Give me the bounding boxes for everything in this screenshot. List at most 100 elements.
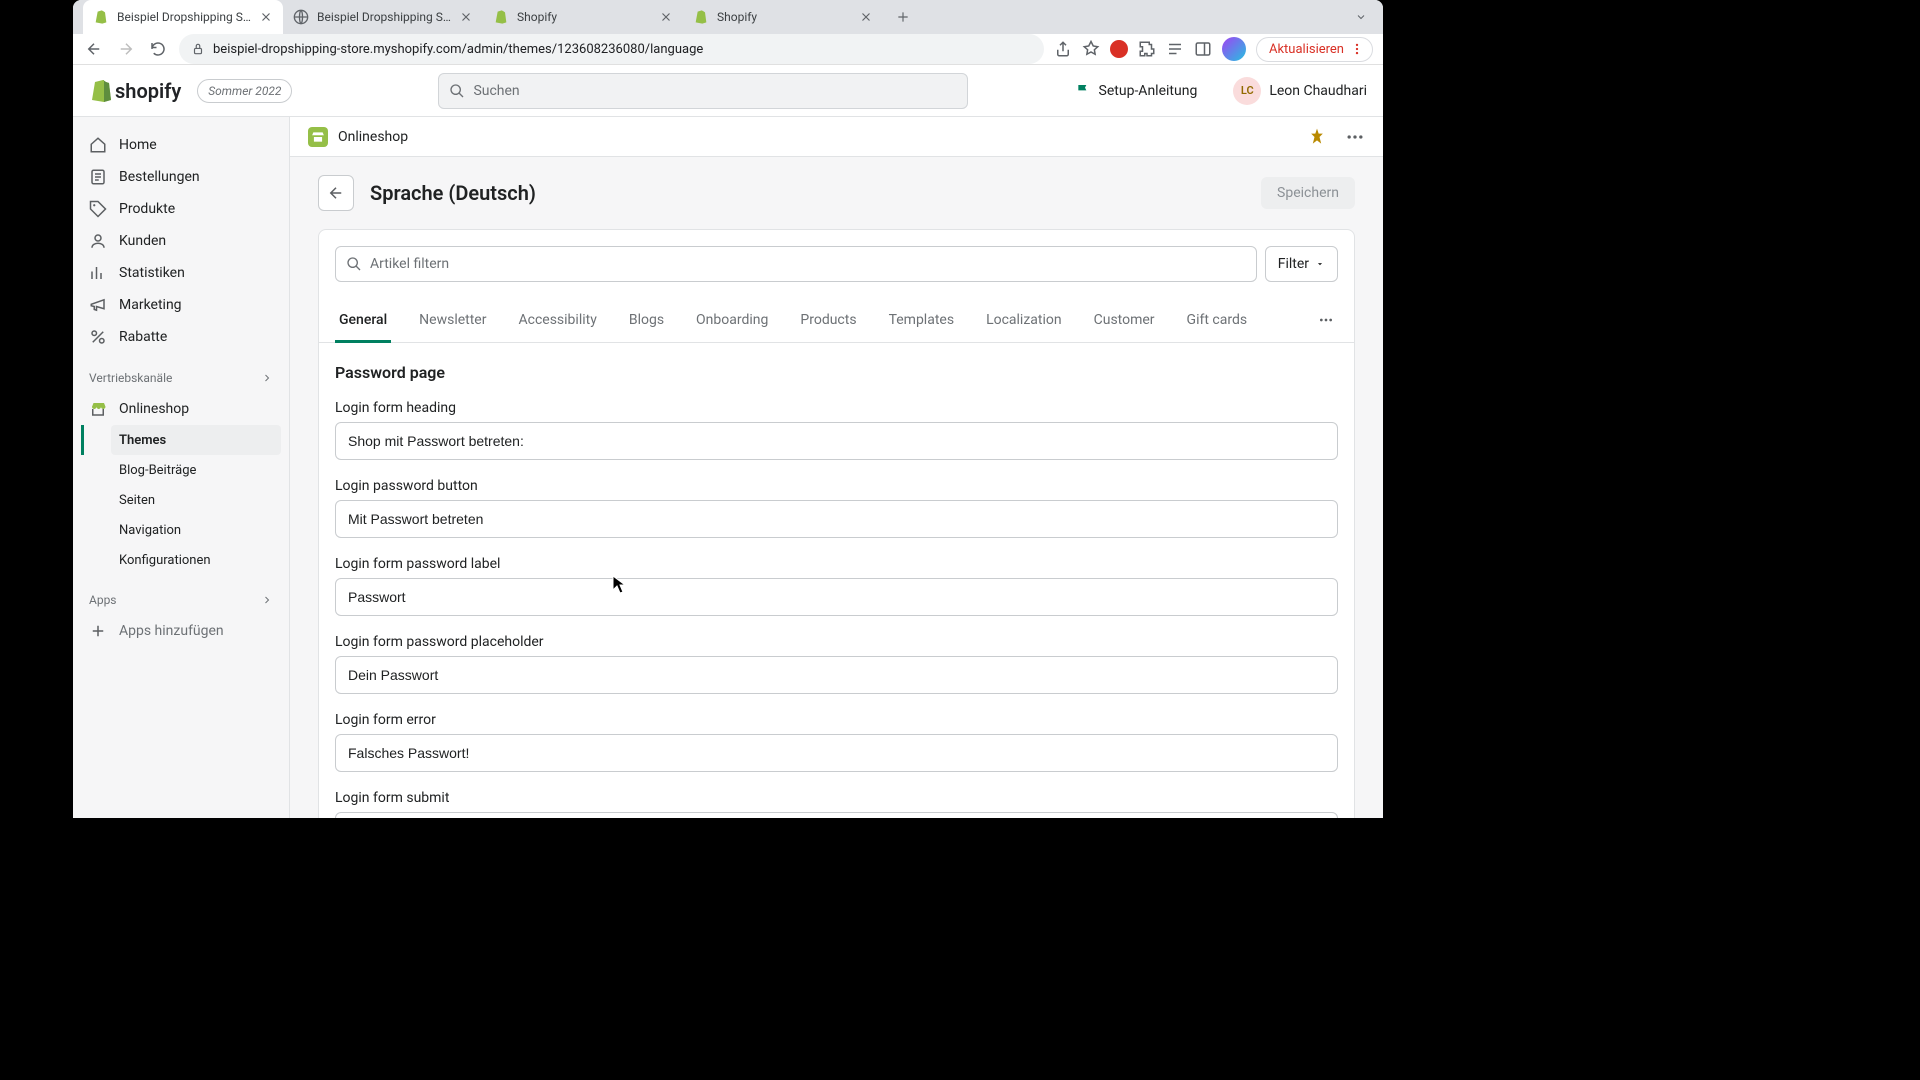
share-icon[interactable]: [1054, 40, 1072, 58]
login-form-submit-input[interactable]: [335, 812, 1338, 818]
bookmark-star-icon[interactable]: [1082, 40, 1100, 58]
close-icon[interactable]: [459, 10, 473, 24]
login-password-label-input[interactable]: [335, 578, 1338, 616]
field-label: Login form password label: [335, 556, 1338, 572]
nav-add-apps[interactable]: Apps hinzufügen: [81, 615, 281, 647]
close-icon[interactable]: [859, 10, 873, 24]
tab-onboarding[interactable]: Onboarding: [692, 298, 772, 342]
user-icon: [89, 232, 107, 250]
tab-title: Beispiel Dropshipping Store · S: [117, 10, 251, 24]
browser-reload-button[interactable]: [147, 38, 169, 60]
main-content: Onlineshop Sprache (Deutsch) Speichern: [289, 117, 1383, 818]
close-icon[interactable]: [259, 10, 273, 24]
plus-icon: [89, 622, 107, 640]
shopify-logo[interactable]: shopify: [89, 78, 181, 104]
browser-update-button[interactable]: Aktualisieren: [1256, 37, 1373, 62]
tab-accessibility[interactable]: Accessibility: [514, 298, 600, 342]
filter-input[interactable]: Artikel filtern: [335, 246, 1257, 282]
subnav-blog[interactable]: Blog-Beiträge: [111, 455, 281, 485]
tabs-more-button[interactable]: [1314, 308, 1338, 332]
filter-button[interactable]: Filter: [1265, 246, 1338, 282]
close-icon[interactable]: [659, 10, 673, 24]
tab-blogs[interactable]: Blogs: [625, 298, 668, 342]
global-search-input[interactable]: Suchen: [438, 73, 968, 109]
new-tab-button[interactable]: [889, 3, 917, 31]
tabs: General Newsletter Accessibility Blogs O…: [319, 298, 1354, 343]
browser-toolbar: beispiel-dropshipping-store.myshopify.co…: [73, 34, 1383, 65]
chevron-right-icon[interactable]: [261, 372, 273, 384]
subnav-themes[interactable]: Themes: [111, 425, 281, 455]
chevron-down-icon: [1355, 11, 1367, 23]
nav-customers[interactable]: Kunden: [81, 225, 281, 257]
more-vertical-icon: [1350, 42, 1364, 56]
app-header: shopify Sommer 2022 Suchen Setup-Anleitu…: [73, 65, 1383, 117]
browser-tab[interactable]: Beispiel Dropshipping Store · S: [83, 0, 283, 34]
chevron-right-icon[interactable]: [261, 594, 273, 606]
profile-avatar[interactable]: [1222, 37, 1246, 61]
browser-tab[interactable]: Beispiel Dropshipping Store: [283, 0, 483, 34]
tab-title: Shopify: [717, 10, 851, 24]
nav-home[interactable]: Home: [81, 129, 281, 161]
browser-tab[interactable]: Shopify: [683, 0, 883, 34]
setup-guide-link[interactable]: Setup-Anleitung: [1075, 83, 1198, 99]
context-name: Onlineshop: [338, 129, 408, 145]
user-menu[interactable]: LC Leon Chaudhari: [1233, 77, 1367, 105]
shopify-favicon-icon: [693, 9, 709, 25]
context-bar: Onlineshop: [290, 117, 1383, 157]
arrow-left-icon: [327, 184, 345, 202]
login-password-button-input[interactable]: [335, 500, 1338, 538]
login-form-error-input[interactable]: [335, 734, 1338, 772]
tab-customer[interactable]: Customer: [1090, 298, 1159, 342]
subnav-navigation[interactable]: Navigation: [111, 515, 281, 545]
more-horizontal-icon: [1318, 312, 1334, 328]
browser-tab[interactable]: Shopify: [483, 0, 683, 34]
tab-title: Beispiel Dropshipping Store: [317, 10, 451, 24]
nav-marketing[interactable]: Marketing: [81, 289, 281, 321]
subnav-preferences[interactable]: Konfigurationen: [111, 545, 281, 575]
nav-orders[interactable]: Bestellungen: [81, 161, 281, 193]
orders-icon: [89, 168, 107, 186]
field-label: Login form error: [335, 712, 1338, 728]
tab-general[interactable]: General: [335, 298, 391, 342]
field-label: Login form password placeholder: [335, 634, 1338, 650]
caret-down-icon: [1315, 259, 1325, 269]
side-panel-icon[interactable]: [1194, 40, 1212, 58]
search-icon: [449, 83, 465, 99]
url-text: beispiel-dropshipping-store.myshopify.co…: [213, 42, 703, 57]
login-password-placeholder-input[interactable]: [335, 656, 1338, 694]
extension-icon[interactable]: [1110, 40, 1128, 58]
update-label: Aktualisieren: [1269, 42, 1344, 57]
more-horizontal-icon[interactable]: [1345, 127, 1365, 147]
tab-newsletter[interactable]: Newsletter: [415, 298, 490, 342]
user-name: Leon Chaudhari: [1269, 83, 1367, 99]
url-bar[interactable]: beispiel-dropshipping-store.myshopify.co…: [179, 34, 1044, 64]
back-button[interactable]: [318, 175, 354, 211]
shopify-favicon-icon: [93, 9, 109, 25]
tab-gift-cards[interactable]: Gift cards: [1183, 298, 1252, 342]
tab-list-dropdown[interactable]: [1349, 5, 1373, 29]
apps-section-header: Apps: [81, 585, 281, 615]
reading-list-icon[interactable]: [1166, 40, 1184, 58]
tab-localization[interactable]: Localization: [982, 298, 1066, 342]
browser-forward-button[interactable]: [115, 38, 137, 60]
nav-onlineshop[interactable]: Onlineshop: [81, 393, 281, 425]
extensions-puzzle-icon[interactable]: [1138, 40, 1156, 58]
browser-tab-strip: Beispiel Dropshipping Store · S Beispiel…: [73, 0, 1383, 34]
tab-products[interactable]: Products: [796, 298, 860, 342]
brand-text: shopify: [115, 79, 181, 103]
browser-back-button[interactable]: [83, 38, 105, 60]
nav-discounts[interactable]: Rabatte: [81, 321, 281, 353]
save-button[interactable]: Speichern: [1261, 177, 1355, 209]
arrow-right-icon: [117, 40, 135, 58]
section-title: Password page: [335, 363, 1338, 382]
pin-icon[interactable]: [1307, 127, 1327, 147]
tab-templates[interactable]: Templates: [885, 298, 959, 342]
nav-analytics[interactable]: Statistiken: [81, 257, 281, 289]
search-placeholder: Suchen: [473, 83, 519, 99]
flag-icon: [1075, 83, 1091, 99]
edition-badge[interactable]: Sommer 2022: [197, 79, 292, 103]
nav-products[interactable]: Produkte: [81, 193, 281, 225]
lock-icon: [191, 42, 205, 56]
login-form-heading-input[interactable]: [335, 422, 1338, 460]
subnav-pages[interactable]: Seiten: [111, 485, 281, 515]
